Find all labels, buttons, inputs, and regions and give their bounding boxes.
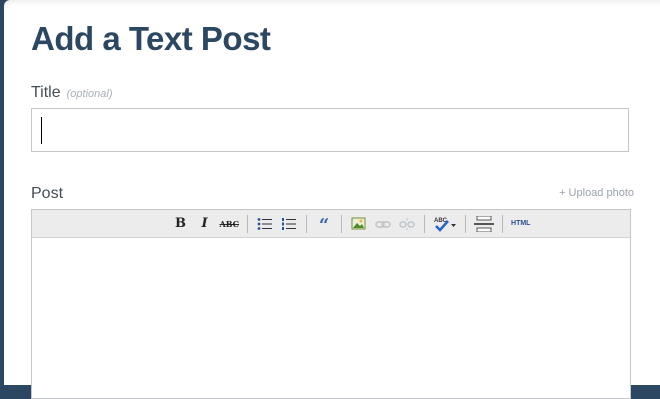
insert-link-button[interactable] <box>373 215 393 233</box>
html-source-button[interactable]: HTML <box>510 215 531 233</box>
bullet-list-icon <box>257 217 273 230</box>
unlink-icon <box>399 217 415 230</box>
toolbar-divider <box>247 214 249 233</box>
toolbar-divider <box>424 214 426 233</box>
numbered-list-icon <box>282 217 297 230</box>
title-input[interactable] <box>32 109 628 151</box>
toolbar-divider <box>341 214 343 233</box>
upload-photo-link[interactable]: + Upload photo <box>559 187 634 199</box>
page-title: Add a Text Post <box>31 20 271 57</box>
page-break-icon <box>474 215 495 232</box>
remove-link-button[interactable] <box>397 215 417 233</box>
post-body-editor[interactable] <box>32 239 630 398</box>
text-caret <box>41 117 42 144</box>
bullet-list-button[interactable] <box>255 215 275 233</box>
bold-button[interactable]: B <box>171 215 191 233</box>
title-label: Title (optional) <box>31 84 113 102</box>
page-break-button[interactable] <box>473 215 495 233</box>
insert-image-button[interactable] <box>349 215 369 233</box>
image-icon <box>351 217 366 230</box>
strikethrough-button[interactable]: ABC <box>219 215 240 233</box>
toolbar-divider <box>465 214 467 233</box>
editor-toolbar: B I ABC “ ABC HTML <box>32 210 630 238</box>
post-label: Post <box>31 185 64 202</box>
toolbar-divider <box>502 214 504 233</box>
spellcheck-button[interactable]: ABC <box>432 215 458 233</box>
link-icon <box>375 220 391 228</box>
blockquote-button[interactable]: “ <box>314 213 334 235</box>
optional-note: (optional) <box>66 88 113 100</box>
toolbar-divider <box>306 214 308 233</box>
title-label-text: Title <box>31 84 61 101</box>
spellcheck-icon: ABC <box>434 218 457 232</box>
post-editor: B I ABC “ ABC HTML <box>31 209 631 399</box>
post-form-panel: Add a Text Post Title (optional) Post + U… <box>4 0 660 399</box>
italic-button[interactable]: I <box>195 215 215 233</box>
numbered-list-button[interactable] <box>279 215 299 233</box>
title-input-box[interactable] <box>31 108 629 152</box>
